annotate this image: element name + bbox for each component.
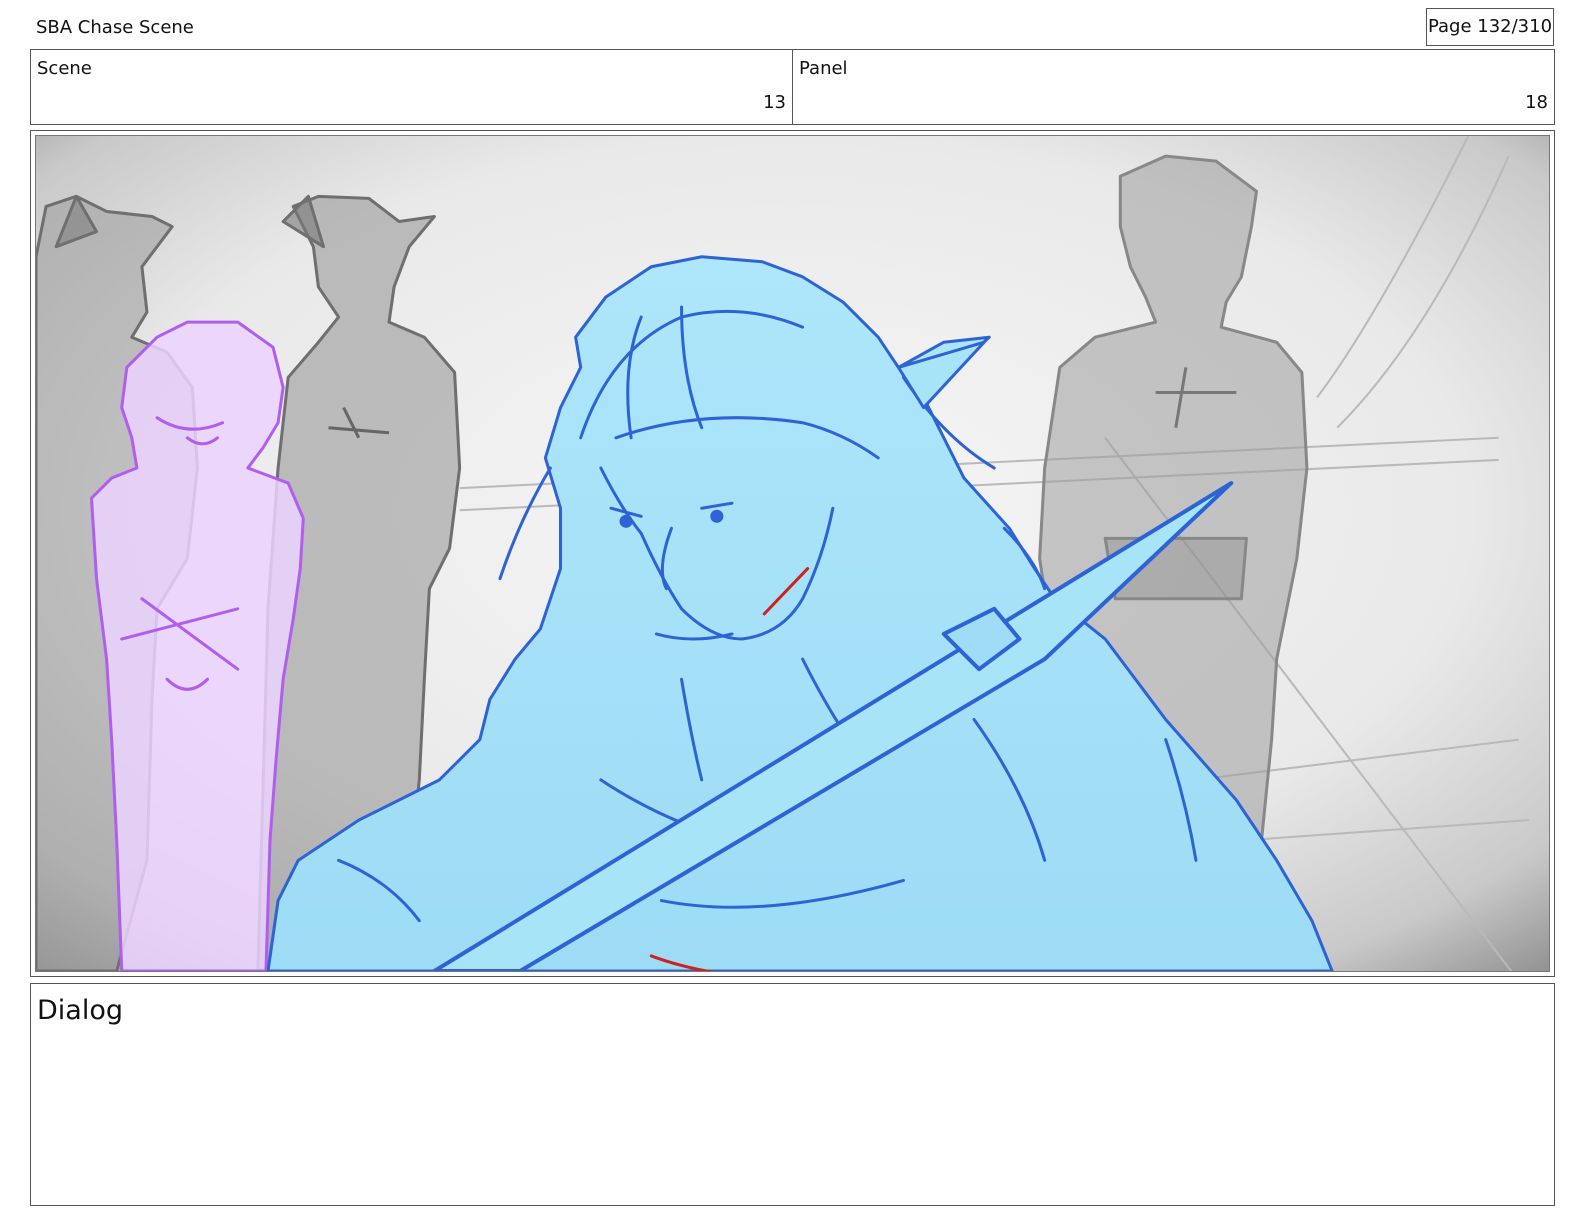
panel-number: 18 bbox=[1525, 92, 1548, 113]
dialog-label: Dialog bbox=[37, 995, 123, 1026]
scene-label: Scene bbox=[37, 58, 92, 79]
page-number: Page 132/310 bbox=[1426, 8, 1554, 46]
scene-cell: Scene 13 bbox=[31, 50, 792, 124]
scene-number: 13 bbox=[763, 92, 786, 113]
storyboard-image bbox=[35, 135, 1550, 972]
storyboard-frame bbox=[30, 130, 1555, 977]
panel-cell: Panel 18 bbox=[792, 50, 1554, 124]
scene-panel-info-row: Scene 13 Panel 18 bbox=[30, 49, 1555, 125]
storyboard-drawing bbox=[36, 136, 1549, 971]
panel-label: Panel bbox=[799, 58, 848, 79]
document-title: SBA Chase Scene bbox=[36, 17, 194, 38]
dialog-box: Dialog bbox=[30, 983, 1555, 1206]
